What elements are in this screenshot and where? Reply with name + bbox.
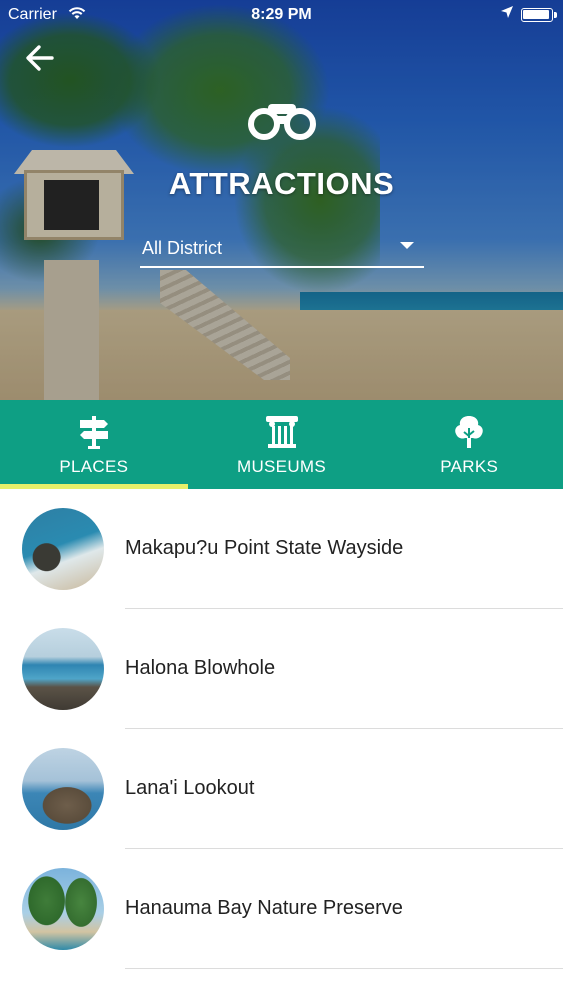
tab-places[interactable]: PLACES [0,400,188,489]
tab-museums[interactable]: MUSEUMS [188,400,376,489]
caret-down-icon [400,242,414,249]
place-thumbnail [22,508,104,590]
list-item[interactable]: Halona Blowhole [0,609,563,729]
list-item[interactable]: Lana'i Lookout [0,729,563,849]
place-thumbnail [22,748,104,830]
arrow-left-icon [26,45,54,71]
column-icon [264,414,300,450]
place-name: Hanauma Bay Nature Preserve [125,897,403,919]
tree-icon [451,414,487,450]
status-bar: Carrier 8:29 PM [0,0,563,30]
tab-places-label: PLACES [59,457,129,476]
page-title: ATTRACTIONS [168,166,395,201]
place-name: Lana'i Lookout [125,777,255,799]
district-dropdown[interactable]: All District [140,232,424,268]
tab-museums-label: MUSEUMS [237,457,326,476]
place-thumbnail [22,868,104,950]
place-name: Halona Blowhole [125,657,276,679]
list-item[interactable]: Makapu?u Point State Wayside [0,489,563,609]
district-selected-label: All District [142,238,222,258]
place-name: Makapu?u Point State Wayside [125,537,404,559]
places-list: Makapu?u Point State Wayside Halona Blow… [0,489,563,969]
binoculars-icon [246,100,318,140]
location-arrow-icon [500,5,514,22]
tab-parks[interactable]: PARKS [375,400,563,489]
battery-icon [521,8,557,22]
place-thumbnail [22,628,104,710]
list-item[interactable]: Hanauma Bay Nature Preserve [0,849,563,969]
divider [125,968,563,969]
signpost-icon [76,414,112,450]
tab-parks-label: PARKS [440,457,499,476]
category-tab-bar: PLACES MUSEUMS PARKS [0,400,563,489]
status-time: 8:29 PM [251,6,312,23]
back-button[interactable] [22,38,62,78]
